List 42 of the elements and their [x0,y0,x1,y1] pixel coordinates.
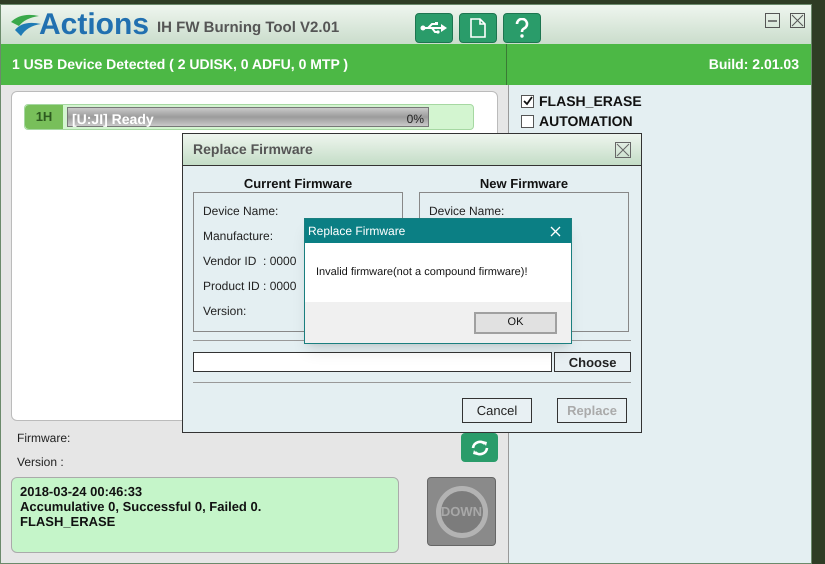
usb-icon [420,21,448,35]
log-line: 2018-03-24 00:46:33 [20,484,144,499]
progress-percent: 0% [406,111,424,128]
section-heading: New Firmware [480,175,568,192]
app-logo: Actions [39,10,150,40]
refresh-button[interactable] [461,433,498,462]
dialog-title: Replace Firmware [193,140,313,159]
info-field: Product ID : 0000 [203,278,296,294]
help-button[interactable] [503,13,541,43]
info-field: Version: [203,303,246,319]
message-text: Invalid firmware(not a compound firmware)! [316,265,528,280]
log-line: FLASH_ERASE [20,514,116,529]
choose-button[interactable]: Choose [554,352,631,372]
info-field: Device Name: [203,203,278,219]
firmware-label: Firmware: [17,430,70,447]
option-label: AUTOMATION [539,112,633,130]
refresh-icon [470,438,490,456]
usb-button[interactable] [415,13,453,43]
file-button[interactable] [459,13,497,43]
section-heading: Current Firmware [244,175,352,192]
info-field: Device Name: [429,203,504,219]
window-title: IH FW Burning Tool V2.01 [157,18,340,38]
log-line: Accumulative 0, Successful 0, Failed 0. [20,499,262,514]
version-label: Version : [17,454,65,471]
close-icon[interactable] [790,13,805,28]
device-count-text: 1 USB Device Detected ( 2 UDISK, 0 ADFU, 0 MTP ) [12,55,348,74]
port-status: [U:JI] Ready [72,110,154,129]
document-icon [470,18,486,38]
info-field: Vendor ID : 0000 [203,253,296,269]
option-checkbox[interactable] [521,114,534,128]
minimize-icon[interactable] [765,13,780,28]
option-checkbox[interactable] [521,94,534,108]
cancel-button[interactable]: Cancel [462,398,532,423]
build-text: Build: 2.01.03 [708,55,799,74]
file-path-field[interactable] [193,352,552,372]
option-label: FLASH_ERASE [539,92,642,110]
help-icon [515,18,529,38]
close-icon[interactable] [615,142,631,158]
ok-button[interactable]: OK [474,312,557,334]
info-field: Manufacture: [203,228,274,244]
port-label: 1H [25,105,63,129]
message-box-title: Replace Firmware [308,223,406,240]
